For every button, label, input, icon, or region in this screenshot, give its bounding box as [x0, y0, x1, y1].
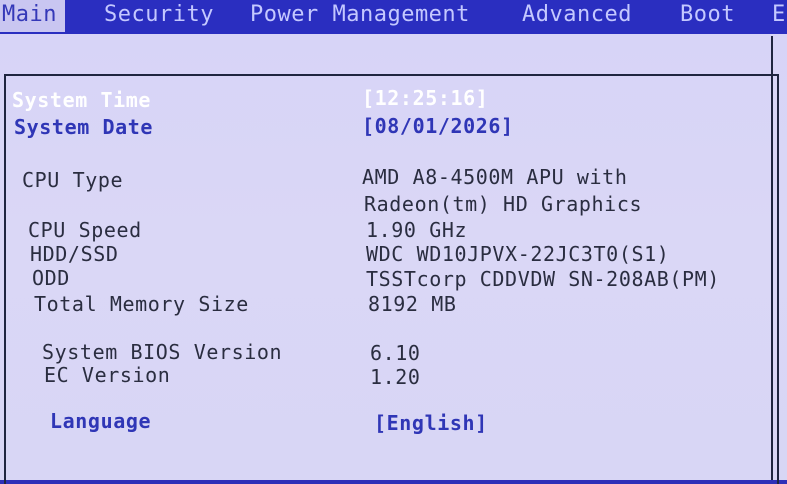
bios-version-value: 6.10	[370, 341, 421, 365]
tab-advanced[interactable]: Advanced	[522, 0, 632, 32]
total-memory-label: Total Memory Size	[34, 292, 249, 316]
cpu-speed-label: CPU Speed	[28, 218, 142, 242]
tab-main[interactable]: Main	[0, 0, 65, 32]
tab-boot[interactable]: Boot	[680, 0, 735, 32]
main-panel: System Time [12:25:16] System Date [08/0…	[0, 34, 787, 484]
ec-version-value: 1.20	[370, 365, 421, 389]
tab-power-management[interactable]: Power Management	[250, 0, 470, 32]
hdd-ssd-label: HDD/SSD	[30, 242, 119, 266]
bios-version-label: System BIOS Version	[42, 340, 283, 364]
tab-security[interactable]: Security	[104, 0, 214, 32]
odd-label: ODD	[32, 266, 70, 290]
total-memory-value: 8192 MB	[368, 292, 457, 316]
system-time-label: System Time	[12, 88, 152, 112]
odd-value: TSSTcorp CDDVDW SN-208AB(PM)	[366, 267, 720, 291]
cpu-type-value-line2: Radeon(tm) HD Graphics	[364, 192, 643, 216]
system-date-field[interactable]: [08/01/2026]	[362, 114, 514, 138]
cpu-type-value-line1: AMD A8-4500M APU with	[362, 165, 628, 189]
menu-bar: Main Security Power Management Advanced …	[0, 0, 787, 36]
cpu-speed-value: 1.90 GHz	[366, 218, 468, 242]
language-label: Language	[50, 409, 152, 433]
tab-exit-partial[interactable]: E	[772, 0, 786, 32]
system-date-label: System Date	[14, 115, 154, 139]
cpu-type-label: CPU Type	[22, 168, 124, 192]
language-field[interactable]: [English]	[374, 411, 488, 435]
help-divider	[771, 36, 773, 480]
system-time-field[interactable]: [12:25:16]	[362, 86, 488, 110]
ec-version-label: EC Version	[44, 363, 171, 387]
hdd-ssd-value: WDC WD10JPVX-22JC3T0(S1)	[366, 242, 670, 266]
